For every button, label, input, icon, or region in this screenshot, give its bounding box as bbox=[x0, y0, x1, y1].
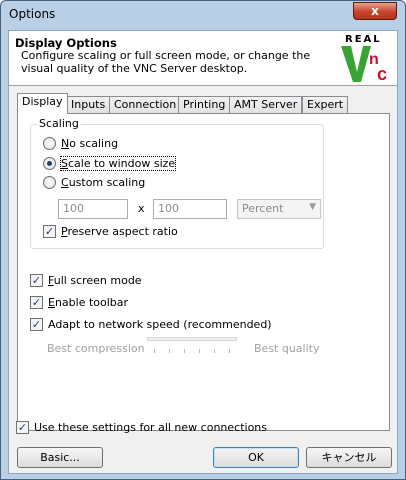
tab-amt-server[interactable]: AMT Server bbox=[229, 96, 303, 113]
scale-to-window-option[interactable]: Scale to window size bbox=[43, 156, 177, 171]
slider-tick bbox=[214, 349, 215, 353]
tab-inputs-label: Inputs bbox=[71, 98, 106, 111]
tab-printing-label: Printing bbox=[183, 98, 226, 111]
close-icon: x bbox=[371, 4, 379, 18]
checkmark-icon[interactable]: ✓ bbox=[43, 225, 56, 238]
dialog-client-area: Display Options Configure scaling or ful… bbox=[8, 30, 398, 474]
tab-display[interactable]: Display bbox=[17, 93, 68, 114]
window-title: Options bbox=[9, 7, 56, 21]
no-scaling-option[interactable]: No scaling bbox=[43, 137, 118, 150]
best-quality-label: Best quality bbox=[254, 342, 320, 355]
tab-expert-label: Expert bbox=[307, 98, 344, 111]
adapt-speed-label: Adapt to network speed (recommended) bbox=[48, 318, 272, 331]
custom-scaling-label: Custom scaling bbox=[61, 176, 146, 189]
tab-display-label: Display bbox=[22, 95, 63, 108]
header-banner: Display Options Configure scaling or ful… bbox=[9, 31, 397, 86]
radio-selected-icon[interactable] bbox=[43, 157, 56, 170]
best-compression-label: Best compression bbox=[47, 342, 145, 355]
enable-toolbar-option[interactable]: ✓ Enable toolbar bbox=[30, 296, 128, 309]
radio-icon[interactable] bbox=[43, 176, 56, 189]
display-tab-panel: Scaling No scaling Scale to window size … bbox=[17, 113, 390, 431]
radio-icon[interactable] bbox=[43, 137, 56, 150]
realvnc-logo: REAL n c bbox=[339, 34, 395, 84]
slider-tick bbox=[154, 349, 155, 353]
use-settings-label: Use these settings for all new connectio… bbox=[34, 421, 267, 434]
checkmark-icon[interactable]: ✓ bbox=[30, 274, 43, 287]
full-screen-label: Full screen mode bbox=[48, 274, 142, 287]
vnc-logo-icon: n c bbox=[341, 46, 387, 84]
checkmark-icon[interactable]: ✓ bbox=[16, 421, 29, 434]
slider-tick bbox=[229, 349, 230, 353]
custom-width-input[interactable]: 100 bbox=[58, 199, 128, 219]
basic-button-label: Basic... bbox=[40, 451, 80, 464]
chevron-down-icon: ▼ bbox=[309, 202, 316, 212]
cancel-button-label: キャンセル bbox=[321, 451, 377, 464]
header-title: Display Options bbox=[15, 36, 117, 50]
ok-button[interactable]: OK bbox=[213, 447, 299, 468]
options-window: Options x Display Options Configure scal… bbox=[0, 0, 406, 480]
tab-connection-label: Connection bbox=[114, 98, 177, 111]
close-button[interactable]: x bbox=[353, 2, 397, 20]
use-settings-option[interactable]: ✓ Use these settings for all new connect… bbox=[16, 421, 267, 434]
tab-expert[interactable]: Expert bbox=[302, 96, 349, 113]
scale-to-window-label: Scale to window size bbox=[59, 156, 177, 171]
scaling-unit-value: Percent bbox=[242, 202, 284, 215]
header-description: Configure scaling or full screen mode, o… bbox=[21, 49, 311, 75]
ok-button-label: OK bbox=[248, 451, 264, 464]
tab-amt-server-label: AMT Server bbox=[234, 98, 298, 111]
quality-slider[interactable] bbox=[147, 337, 237, 341]
tab-printing[interactable]: Printing bbox=[178, 96, 231, 113]
slider-tick bbox=[184, 349, 185, 353]
slider-tick bbox=[169, 349, 170, 353]
scaling-group-label: Scaling bbox=[37, 117, 81, 130]
cancel-button[interactable]: キャンセル bbox=[306, 447, 392, 468]
custom-height-input[interactable]: 100 bbox=[153, 199, 227, 219]
custom-scaling-option[interactable]: Custom scaling bbox=[43, 176, 145, 189]
adapt-speed-option[interactable]: ✓ Adapt to network speed (recommended) bbox=[30, 318, 272, 331]
svg-text:c: c bbox=[377, 64, 387, 84]
full-screen-option[interactable]: ✓ Full screen mode bbox=[30, 274, 142, 287]
slider-tick bbox=[199, 349, 200, 353]
preserve-aspect-label: Preserve aspect ratio bbox=[61, 225, 178, 238]
enable-toolbar-label: Enable toolbar bbox=[48, 296, 129, 309]
scaling-group: Scaling No scaling Scale to window size … bbox=[30, 117, 324, 249]
preserve-aspect-option[interactable]: ✓ Preserve aspect ratio bbox=[43, 225, 178, 238]
checkmark-icon[interactable]: ✓ bbox=[30, 296, 43, 309]
tab-connection[interactable]: Connection bbox=[109, 96, 182, 113]
tab-inputs[interactable]: Inputs bbox=[66, 96, 111, 113]
basic-button[interactable]: Basic... bbox=[17, 447, 103, 468]
checkmark-icon[interactable]: ✓ bbox=[30, 318, 43, 331]
scaling-unit-select[interactable]: Percent ▼ bbox=[237, 199, 321, 219]
no-scaling-label: No scaling bbox=[61, 137, 119, 150]
times-label: x bbox=[138, 202, 145, 215]
title-bar[interactable]: Options x bbox=[1, 1, 405, 29]
